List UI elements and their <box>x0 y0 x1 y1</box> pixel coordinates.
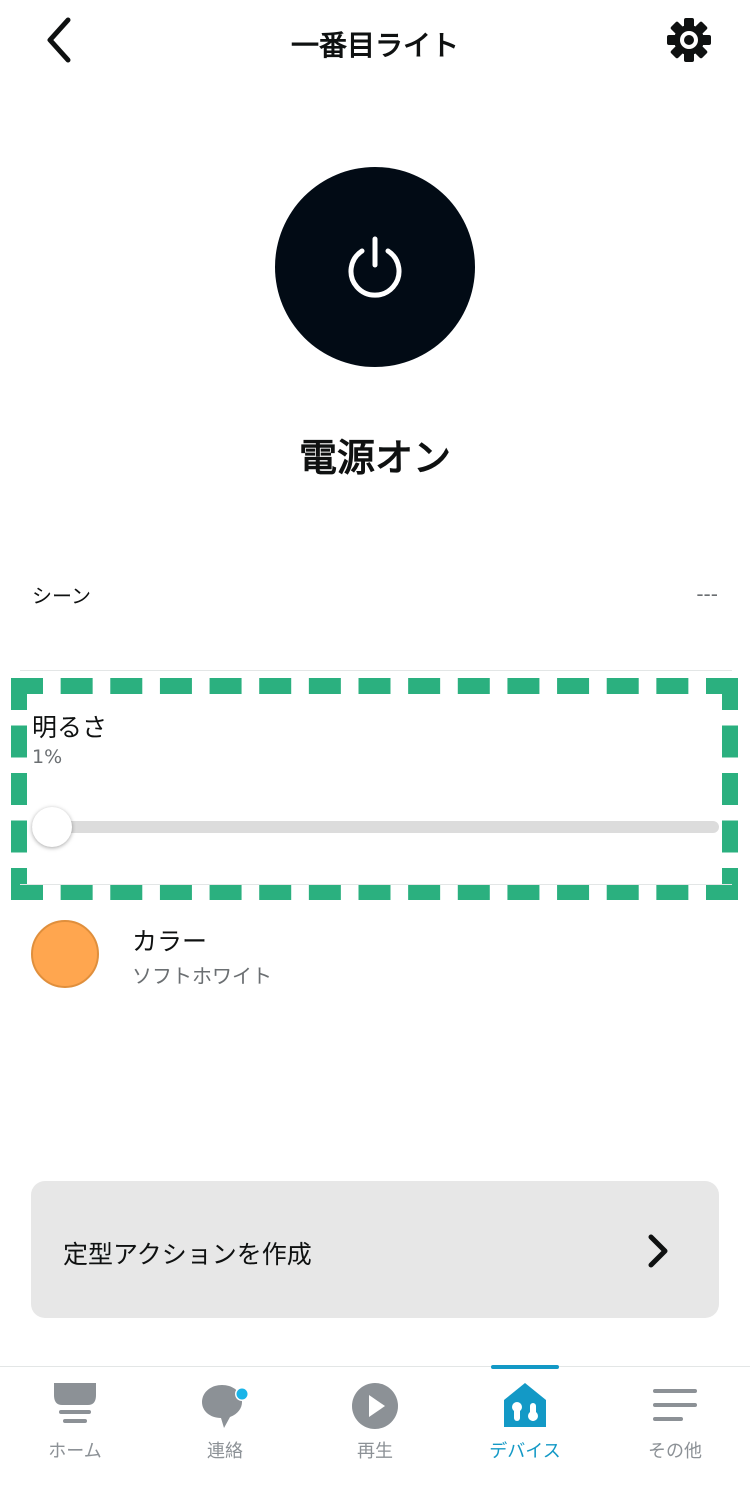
bottom-nav: ホーム 連絡 再生 デバイス その他 <box>0 1365 750 1501</box>
brightness-value: 1% <box>32 746 63 768</box>
color-value: ソフトホワイト <box>132 964 272 988</box>
power-button[interactable] <box>275 167 475 367</box>
divider <box>20 670 732 671</box>
gear-icon <box>667 18 711 62</box>
nav-label-home: ホーム <box>48 1441 102 1462</box>
devices-icon <box>504 1383 546 1427</box>
nav-label-more: その他 <box>648 1441 702 1462</box>
nav-item-more[interactable]: その他 <box>600 1367 750 1501</box>
scene-label: シーン <box>32 584 91 608</box>
color-label[interactable]: カラー <box>132 922 207 958</box>
divider <box>20 884 732 885</box>
settings-button[interactable] <box>654 10 724 70</box>
create-routine-label: 定型アクションを作成 <box>63 1240 312 1269</box>
page-title: 一番目ライト <box>290 29 459 62</box>
nav-item-communicate[interactable]: 連絡 <box>150 1367 300 1501</box>
active-tab-indicator <box>491 1365 559 1369</box>
nav-label-communicate: 連絡 <box>207 1441 243 1462</box>
power-status: 電源オン <box>298 436 451 480</box>
power-icon <box>348 236 402 298</box>
nav-label-play: 再生 <box>357 1441 393 1462</box>
nav-item-home[interactable]: ホーム <box>0 1367 150 1501</box>
nav-item-play[interactable]: 再生 <box>300 1367 450 1501</box>
brightness-label: 明るさ <box>32 713 108 742</box>
scene-value[interactable]: --- <box>696 582 718 606</box>
highlight-frame <box>11 678 738 900</box>
notification-dot <box>236 1388 248 1400</box>
chevron-right-icon <box>648 1234 668 1268</box>
play-icon <box>352 1383 398 1429</box>
nav-label-devices: デバイス <box>489 1441 561 1462</box>
create-routine-button[interactable]: 定型アクションを作成 <box>31 1181 719 1318</box>
menu-icon <box>653 1389 697 1421</box>
home-icon <box>54 1383 96 1423</box>
chat-icon <box>202 1385 249 1428</box>
nav-item-devices[interactable]: デバイス <box>450 1365 600 1501</box>
color-swatch[interactable] <box>31 920 99 988</box>
brightness-slider[interactable] <box>32 821 719 833</box>
